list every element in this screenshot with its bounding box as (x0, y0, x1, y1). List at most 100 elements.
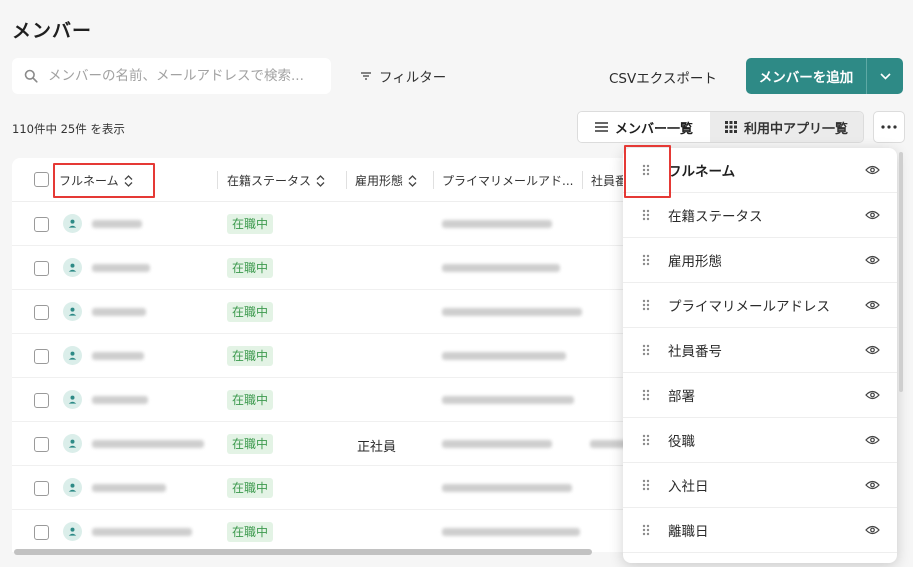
column-label: 在籍ステータス (227, 174, 312, 188)
add-member-button[interactable]: メンバーを追加 (746, 58, 903, 94)
eye-icon[interactable] (847, 300, 897, 310)
list-icon (594, 122, 608, 132)
column-divider[interactable] (217, 171, 218, 189)
column-header-fullname[interactable]: フルネーム (59, 172, 133, 189)
eye-icon[interactable] (847, 345, 897, 355)
table-row[interactable]: 在職中 (12, 466, 652, 510)
avatar (63, 522, 82, 541)
column-item-label: 入社日 (668, 479, 709, 495)
column-item-employee-number[interactable]: 社員番号 (623, 328, 897, 373)
filter-label: フィルター (379, 70, 447, 86)
panel-scrollbar[interactable] (899, 152, 903, 392)
drag-handle-icon[interactable] (623, 254, 668, 266)
table-header: フルネーム 在籍ステータス 雇用形態 プライマリメールアド... 社員番 (12, 158, 652, 202)
redacted-name (92, 220, 142, 228)
eye-icon[interactable] (847, 255, 897, 265)
drag-handle-icon[interactable] (623, 164, 668, 176)
column-item-leave-date[interactable]: 離職日 (623, 508, 897, 553)
drag-handle-icon[interactable] (623, 299, 668, 311)
redacted-name (92, 396, 148, 404)
horizontal-scrollbar[interactable] (14, 549, 592, 555)
table-row[interactable]: 在職中 (12, 334, 652, 378)
eye-icon[interactable] (847, 525, 897, 535)
search-bar[interactable] (12, 58, 331, 94)
user-icon (68, 395, 77, 404)
search-input[interactable] (48, 68, 318, 84)
row-checkbox[interactable] (34, 305, 49, 320)
sort-icon[interactable] (408, 174, 417, 187)
column-item-status[interactable]: 在籍ステータス (623, 193, 897, 238)
tab-apps-in-use[interactable]: 利用中アプリ一覧 (710, 112, 863, 142)
status-badge: 在職中 (227, 434, 274, 454)
drag-handle-icon[interactable] (623, 434, 668, 446)
column-item-label: 役職 (668, 434, 695, 450)
eye-icon[interactable] (847, 435, 897, 445)
column-item-department[interactable]: 部署 (623, 373, 897, 418)
row-checkbox[interactable] (34, 481, 49, 496)
redacted-email (442, 220, 552, 228)
column-header-employee-number[interactable]: 社員番 (591, 172, 627, 189)
eye-icon[interactable] (847, 480, 897, 490)
redacted-email (442, 308, 582, 316)
table-row[interactable]: 在職中 (12, 290, 652, 334)
sort-icon[interactable] (124, 174, 133, 187)
drag-handle-icon[interactable] (623, 209, 668, 221)
csv-export-button[interactable]: CSVエクスポート (609, 67, 717, 87)
status-badge: 在職中 (227, 522, 274, 542)
drag-handle-icon[interactable] (623, 524, 668, 536)
user-icon (68, 263, 77, 272)
column-header-status[interactable]: 在籍ステータス (227, 172, 325, 189)
tab-member-list[interactable]: メンバー一覧 (578, 112, 710, 142)
status-badge: 在職中 (227, 390, 274, 410)
column-settings-panel: フルネーム 在籍ステータス 雇用形態 プライマリメールアドレス 社員番号 部署 … (623, 148, 897, 563)
column-header-email[interactable]: プライマリメールアド... (442, 172, 573, 189)
redacted-email (442, 484, 572, 492)
status-badge: 在職中 (227, 478, 274, 498)
column-label: プライマリメールアド... (442, 174, 574, 188)
table-row[interactable]: 在職中 (12, 246, 652, 290)
column-item-hire-date[interactable]: 入社日 (623, 463, 897, 508)
redacted-name (92, 308, 146, 316)
more-options-button[interactable] (873, 111, 905, 143)
result-count: 110件中 25件 を表示 (12, 122, 125, 136)
eye-icon[interactable] (847, 165, 897, 175)
redacted-name (92, 440, 204, 448)
drag-handle-icon[interactable] (623, 344, 668, 356)
members-table: フルネーム 在籍ステータス 雇用形態 プライマリメールアド... 社員番 在職中 (12, 158, 652, 552)
row-checkbox[interactable] (34, 393, 49, 408)
column-divider[interactable] (346, 171, 347, 189)
eye-icon[interactable] (847, 390, 897, 400)
drag-handle-icon[interactable] (623, 479, 668, 491)
row-checkbox[interactable] (34, 349, 49, 364)
column-item-email[interactable]: プライマリメールアドレス (623, 283, 897, 328)
column-item-employment[interactable]: 雇用形態 (623, 238, 897, 283)
column-item-label: 雇用形態 (668, 254, 722, 270)
column-item-label: 離職日 (668, 524, 709, 540)
row-checkbox[interactable] (34, 525, 49, 540)
user-icon (68, 527, 77, 536)
column-label: フルネーム (59, 174, 119, 188)
row-checkbox[interactable] (34, 217, 49, 232)
grid-icon (724, 121, 737, 133)
select-all-checkbox[interactable] (34, 172, 49, 187)
table-row[interactable]: 在職中 (12, 510, 652, 552)
column-item-position[interactable]: 役職 (623, 418, 897, 463)
table-row[interactable]: 在職中 (12, 202, 652, 246)
avatar (63, 346, 82, 365)
row-checkbox[interactable] (34, 261, 49, 276)
table-row[interactable]: 在職中 (12, 378, 652, 422)
column-header-employment[interactable]: 雇用形態 (355, 172, 417, 189)
table-row[interactable]: 在職中 正社員 (12, 422, 652, 466)
tab-apps-in-use-label: 利用中アプリ一覧 (743, 121, 848, 137)
column-divider[interactable] (582, 171, 583, 189)
drag-handle-icon[interactable] (623, 389, 668, 401)
row-checkbox[interactable] (34, 437, 49, 452)
avatar (63, 478, 82, 497)
column-divider[interactable] (433, 171, 434, 189)
eye-icon[interactable] (847, 210, 897, 220)
filter-button[interactable]: フィルター (360, 66, 446, 86)
column-label: 社員番 (591, 174, 628, 188)
add-member-dropdown[interactable] (867, 72, 903, 80)
column-item-fullname[interactable]: フルネーム (623, 148, 897, 193)
sort-icon[interactable] (316, 174, 325, 187)
